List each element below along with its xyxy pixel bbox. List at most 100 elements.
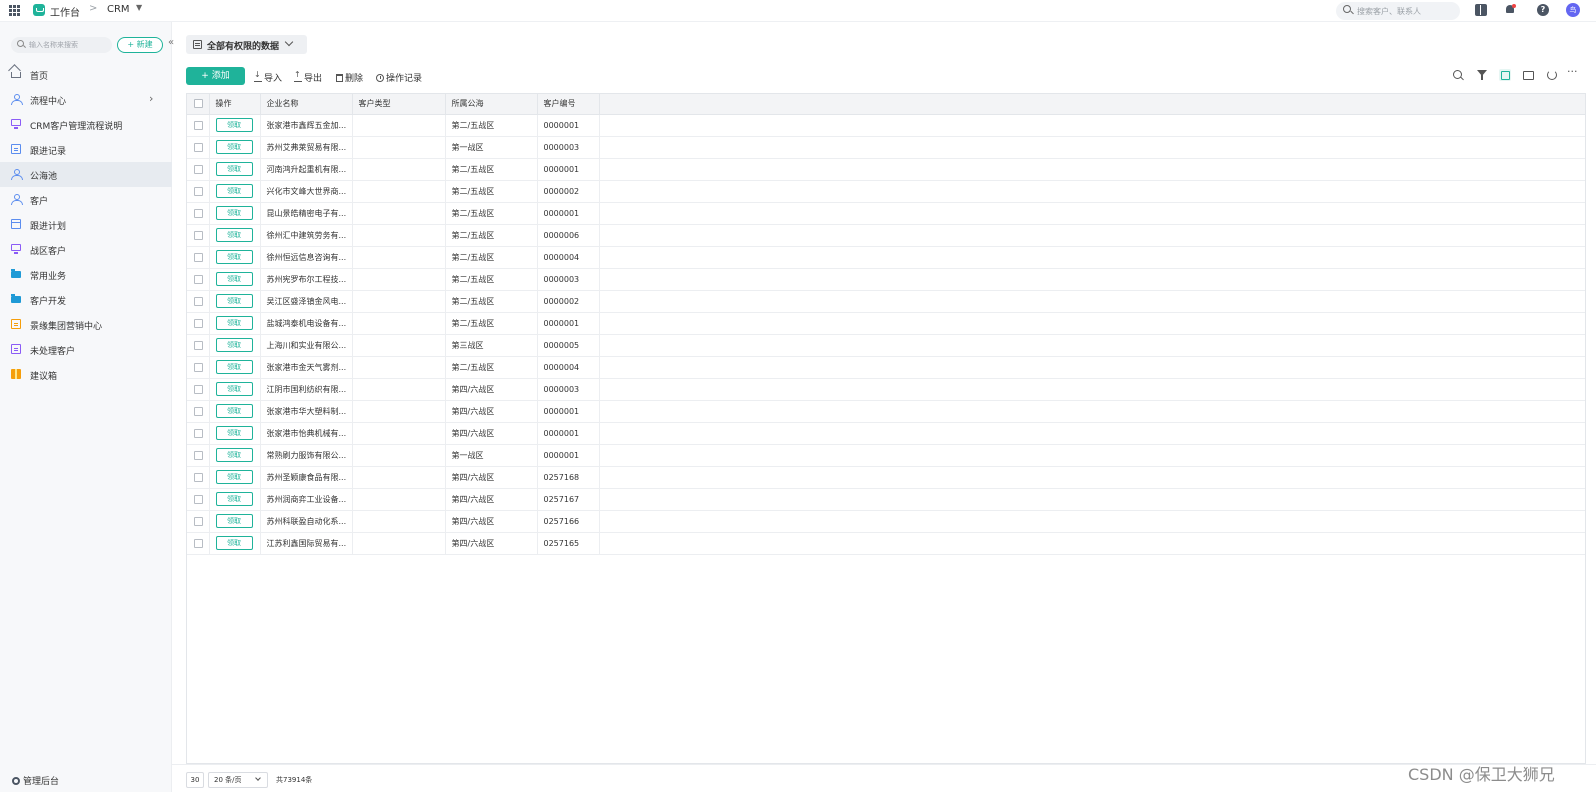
row-checkbox[interactable] xyxy=(194,384,203,394)
table-row[interactable]: 领取 徐州恒远信息咨询有... 第二/五战区 0000004 xyxy=(187,246,1585,269)
sidebar-item-process-center[interactable]: 流程中心 › xyxy=(0,87,172,112)
card-view-icon[interactable] xyxy=(1499,69,1511,81)
sidebar-item-home[interactable]: 首页 xyxy=(0,62,172,87)
table-row[interactable]: 领取 江阴市国利纺织有限... 第四/六战区 0000003 xyxy=(187,378,1585,401)
sidebar-item-customer-development[interactable]: 客户开发 xyxy=(0,287,172,312)
table-row[interactable]: 领取 徐州汇中建筑劳务有... 第二/五战区 0000006 xyxy=(187,224,1585,247)
claim-button[interactable]: 领取 xyxy=(215,448,253,462)
company-name-cell[interactable]: 徐州恒远信息咨询有... xyxy=(260,246,353,269)
import-button[interactable]: 导入 xyxy=(254,70,282,84)
sidebar-item-suggestion-box[interactable]: 建议箱 xyxy=(0,362,172,387)
company-name-cell[interactable]: 兴化市文峰大世界商... xyxy=(260,180,353,203)
admin-console-link[interactable]: 管理后台 xyxy=(12,774,59,787)
claim-button[interactable]: 领取 xyxy=(215,426,253,440)
page-jump-input[interactable]: 30 xyxy=(186,772,204,788)
company-name-cell[interactable]: 河南鸿升起重机有限... xyxy=(260,158,353,181)
table-row[interactable]: 领取 苏州润商弈工业设备... 第四/六战区 0257167 xyxy=(187,488,1585,511)
app-grid-icon[interactable] xyxy=(9,5,20,16)
claim-button[interactable]: 领取 xyxy=(215,118,253,132)
column-header[interactable]: 企业名称 xyxy=(260,94,353,115)
filter-icon[interactable] xyxy=(1476,69,1488,81)
table-row[interactable]: 领取 盐城鸿泰机电设备有... 第二/五战区 0000001 xyxy=(187,312,1585,335)
breadcrumb-crm[interactable]: CRM xyxy=(107,4,130,15)
claim-button[interactable]: 领取 xyxy=(215,272,253,286)
claim-button[interactable]: 领取 xyxy=(215,316,253,330)
company-name-cell[interactable]: 张家港市华大塑料制... xyxy=(260,400,353,423)
global-search-input[interactable]: 搜索客户、联系人 xyxy=(1336,2,1460,20)
sidebar-item-customers[interactable]: 客户 xyxy=(0,187,172,212)
table-row[interactable]: 领取 张家港市鑫辉五金加... 第二/五战区 0000001 xyxy=(187,114,1585,137)
table-row[interactable]: 领取 兴化市文峰大世界商... 第二/五战区 0000002 xyxy=(187,180,1585,203)
company-name-cell[interactable]: 张家港市怡典机械有... xyxy=(260,422,353,445)
company-name-cell[interactable]: 苏州润商弈工业设备... xyxy=(260,488,353,511)
company-name-cell[interactable]: 江阴市国利纺织有限... xyxy=(260,378,353,401)
app-switch-caret-icon[interactable]: ▼ xyxy=(136,3,142,12)
table-row[interactable]: 领取 张家港市怡典机械有... 第四/六战区 0000001 xyxy=(187,422,1585,445)
row-checkbox[interactable] xyxy=(194,538,203,548)
claim-button[interactable]: 领取 xyxy=(215,382,253,396)
company-name-cell[interactable]: 苏州艾弗莱贸易有限... xyxy=(260,136,353,159)
table-settings-icon[interactable] xyxy=(1522,69,1534,81)
row-checkbox[interactable] xyxy=(194,516,203,526)
select-all-checkbox[interactable] xyxy=(194,99,203,109)
claim-button[interactable]: 领取 xyxy=(215,404,253,418)
sidebar-item-followup-plan[interactable]: 跟进计划 xyxy=(0,212,172,237)
book-icon[interactable] xyxy=(1475,4,1487,16)
company-name-cell[interactable]: 苏州宪罗布尔工程技... xyxy=(260,268,353,291)
row-checkbox[interactable] xyxy=(194,340,203,350)
row-checkbox[interactable] xyxy=(194,406,203,416)
sidebar-item-crm-guide[interactable]: CRM客户管理流程说明 xyxy=(0,112,172,137)
table-row[interactable]: 领取 河南鸿升起重机有限... 第二/五战区 0000001 xyxy=(187,158,1585,181)
table-row[interactable]: 领取 昆山景皓精密电子有... 第二/五战区 0000001 xyxy=(187,202,1585,225)
claim-button[interactable]: 领取 xyxy=(215,162,253,176)
sidebar-item-unprocessed-customers[interactable]: 未处理客户 xyxy=(0,337,172,362)
claim-button[interactable]: 领取 xyxy=(215,206,253,220)
table-row[interactable]: 领取 苏州宪罗布尔工程技... 第二/五战区 0000003 xyxy=(187,268,1585,291)
claim-button[interactable]: 领取 xyxy=(215,184,253,198)
claim-button[interactable]: 领取 xyxy=(215,140,253,154)
table-row[interactable]: 领取 苏州科联盈自动化系... 第四/六战区 0257166 xyxy=(187,510,1585,533)
collapse-sidebar-icon[interactable]: « xyxy=(168,37,174,48)
company-name-cell[interactable]: 吴江区盛泽镇金风电... xyxy=(260,290,353,313)
row-checkbox[interactable] xyxy=(194,164,203,174)
refresh-icon[interactable] xyxy=(1546,69,1558,81)
row-checkbox[interactable] xyxy=(194,494,203,504)
claim-button[interactable]: 领取 xyxy=(215,514,253,528)
company-name-cell[interactable]: 上海川和实业有限公... xyxy=(260,334,353,357)
company-name-cell[interactable]: 昆山景皓精密电子有... xyxy=(260,202,353,225)
table-row[interactable]: 领取 苏州圣颖康食品有限... 第四/六战区 0257168 xyxy=(187,466,1585,489)
sidebar-search-input[interactable]: 输入名称来搜索 xyxy=(11,37,112,53)
column-header[interactable]: 客户编号 xyxy=(537,94,600,115)
claim-button[interactable]: 领取 xyxy=(215,250,253,264)
column-header[interactable]: 所属公海 xyxy=(445,94,538,115)
table-row[interactable]: 领取 吴江区盛泽镇金风电... 第二/五战区 0000002 xyxy=(187,290,1585,313)
help-icon[interactable]: ? xyxy=(1537,4,1549,16)
more-icon[interactable]: ··· xyxy=(1567,65,1579,78)
row-checkbox[interactable] xyxy=(194,362,203,372)
claim-button[interactable]: 领取 xyxy=(215,338,253,352)
row-checkbox[interactable] xyxy=(194,472,203,482)
row-checkbox[interactable] xyxy=(194,318,203,328)
breadcrumb-workspace[interactable]: 工作台 xyxy=(50,4,80,19)
page-size-select[interactable]: 20 条/页 xyxy=(208,772,268,788)
company-name-cell[interactable]: 苏州圣颖康食品有限... xyxy=(260,466,353,489)
company-name-cell[interactable]: 盐城鸿泰机电设备有... xyxy=(260,312,353,335)
notification-bell-icon[interactable] xyxy=(1504,4,1516,16)
table-row[interactable]: 领取 苏州艾弗莱贸易有限... 第一战区 0000003 xyxy=(187,136,1585,159)
claim-button[interactable]: 领取 xyxy=(215,470,253,484)
export-button[interactable]: 导出 xyxy=(294,70,322,84)
chevron-right-icon[interactable]: › xyxy=(149,92,153,105)
claim-button[interactable]: 领取 xyxy=(215,294,253,308)
row-checkbox[interactable] xyxy=(194,230,203,240)
claim-button[interactable]: 领取 xyxy=(215,492,253,506)
table-row[interactable]: 领取 上海川和实业有限公... 第三战区 0000005 xyxy=(187,334,1585,357)
sidebar-item-followup-records[interactable]: 跟进记录 xyxy=(0,137,172,162)
company-name-cell[interactable]: 常熟刷力服饰有限公... xyxy=(260,444,353,467)
column-header[interactable]: 客户类型 xyxy=(352,94,446,115)
add-button[interactable]: + 添加 xyxy=(186,67,245,85)
claim-button[interactable]: 领取 xyxy=(215,228,253,242)
row-checkbox[interactable] xyxy=(194,274,203,284)
row-checkbox[interactable] xyxy=(194,120,203,130)
row-checkbox[interactable] xyxy=(194,428,203,438)
sidebar-item-common-business[interactable]: 常用业务 xyxy=(0,262,172,287)
